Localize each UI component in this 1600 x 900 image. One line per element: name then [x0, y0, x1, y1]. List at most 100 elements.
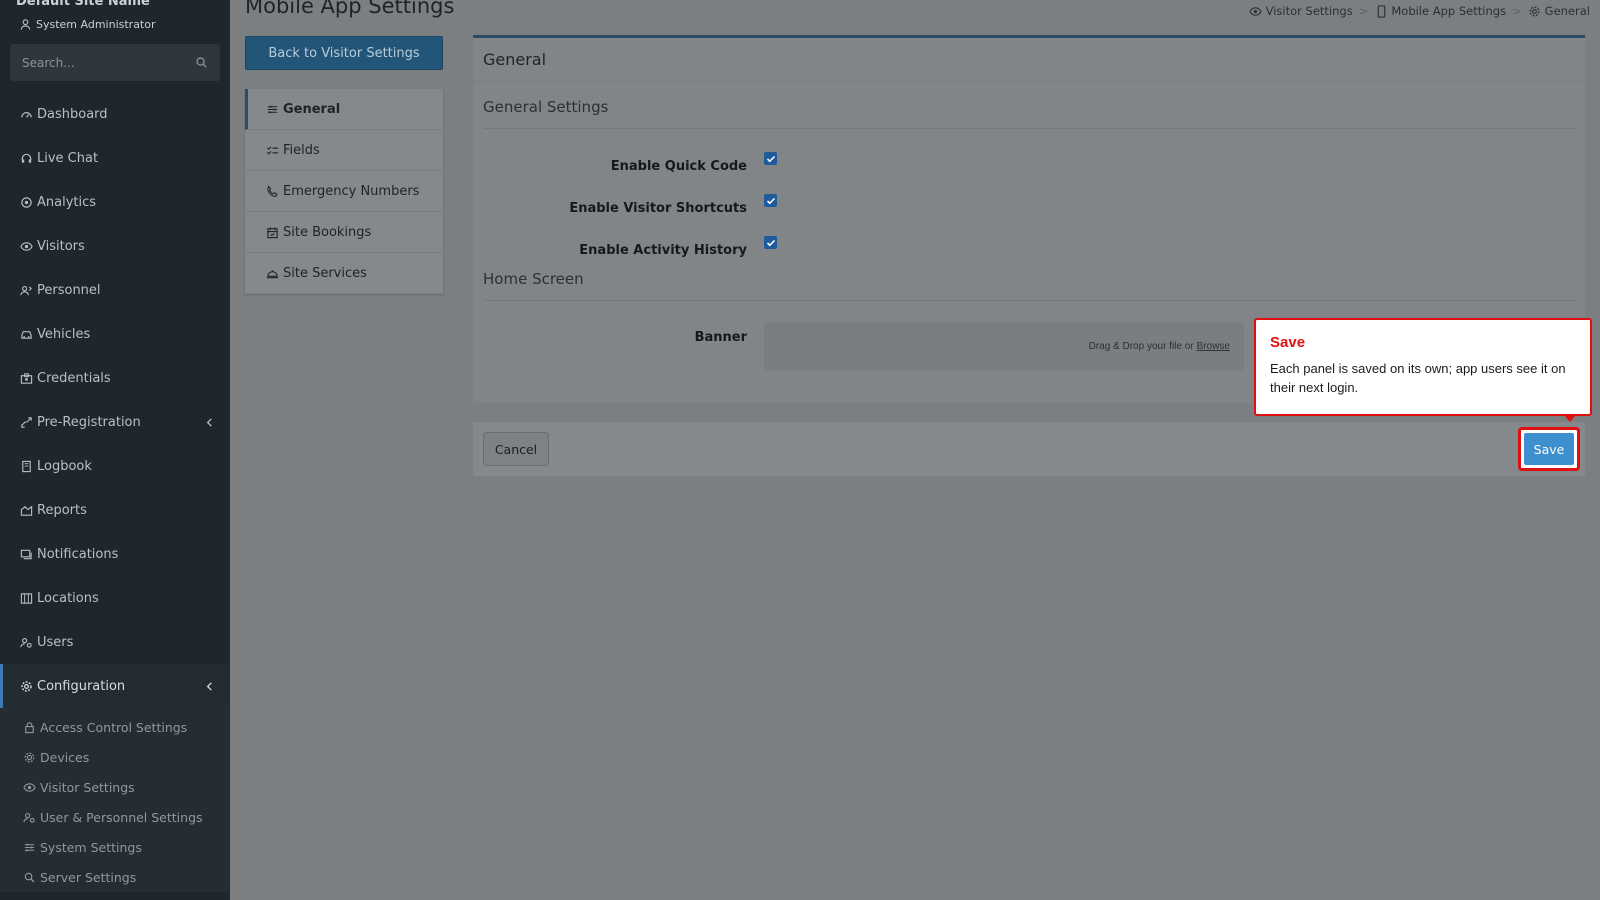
sidebar-item-live-chat[interactable]: Live Chat	[0, 136, 230, 180]
sidebar-item-dashboard[interactable]: Dashboard	[0, 92, 230, 136]
subnav-item-fields[interactable]: Fields	[245, 130, 443, 171]
browse-link[interactable]: Browse	[1197, 341, 1230, 352]
sidebar-item-analytics[interactable]: Analytics	[0, 180, 230, 224]
sidebar-item-reports[interactable]: Reports	[0, 488, 230, 532]
calendar-icon	[265, 225, 279, 239]
subnav-item-general[interactable]: General	[245, 89, 443, 130]
enable-quick-code-checkbox[interactable]	[764, 152, 777, 165]
enable-activity-history-label: Enable Activity History	[579, 243, 747, 258]
sidebar-item-visitors[interactable]: Visitors	[0, 224, 230, 268]
submenu-item-user-personnel-settings[interactable]: User & Personnel Settings	[0, 802, 230, 832]
submenu-item-server-settings[interactable]: Server Settings	[0, 862, 230, 892]
checkmark-icon	[766, 155, 775, 162]
save-button[interactable]: Save	[1524, 433, 1574, 465]
report-icon	[19, 503, 33, 517]
sidebar-item-vehicles[interactable]: Vehicles	[0, 312, 230, 356]
sidebar-item-label: Dashboard	[37, 106, 108, 122]
search-box[interactable]	[10, 44, 220, 81]
subnav-item-label: Site Services	[283, 265, 367, 281]
subnav-item-emergency-numbers[interactable]: Emergency Numbers	[245, 171, 443, 212]
panel-divider	[473, 81, 1585, 82]
sidebar-item-label: Analytics	[37, 194, 97, 210]
users-icon	[22, 810, 36, 824]
breadcrumb-item-visitor-settings[interactable]: Visitor Settings	[1249, 4, 1353, 18]
panel-title: General	[483, 50, 547, 69]
submenu-item-access-control-settings[interactable]: Access Control Settings	[0, 712, 230, 742]
user-icon	[18, 17, 32, 31]
breadcrumb-label: Mobile App Settings	[1391, 4, 1507, 18]
user-role-label: System Administrator	[36, 17, 156, 31]
breadcrumb: Visitor Settings > Mobile App Settings >…	[1249, 4, 1590, 18]
submenu-item-label: Visitor Settings	[40, 779, 135, 795]
page-title: Mobile App Settings	[245, 0, 455, 18]
subnav-item-label: Emergency Numbers	[283, 183, 420, 199]
map-icon	[19, 591, 33, 605]
submenu-item-visitor-settings[interactable]: Visitor Settings	[0, 772, 230, 802]
general-settings-title: General Settings	[483, 98, 609, 116]
save-button-highlight: Save	[1518, 427, 1580, 471]
enable-quick-code-label: Enable Quick Code	[610, 159, 747, 174]
tooltip-arrow	[1564, 415, 1576, 422]
back-to-visitor-settings-button[interactable]: Back to Visitor Settings	[245, 36, 443, 70]
phone-icon	[265, 184, 279, 198]
cancel-button[interactable]: Cancel	[483, 432, 549, 466]
subnav-item-label: General	[283, 101, 341, 117]
breadcrumb-item-general: General	[1528, 4, 1590, 18]
mobile-phone-icon	[1374, 4, 1388, 18]
sidebar-item-personnel[interactable]: Personnel	[0, 268, 230, 312]
sidebar-item-label: Configuration	[37, 678, 126, 694]
banner-dropzone[interactable]: Drag & Drop your file or Browse	[764, 322, 1244, 370]
sidebar-item-logbook[interactable]: Logbook	[0, 444, 230, 488]
eye-icon	[22, 780, 36, 794]
submenu-item-label: Server Settings	[40, 869, 137, 885]
breadcrumb-label: General	[1544, 4, 1590, 18]
enable-visitor-shortcuts-checkbox[interactable]	[764, 194, 777, 207]
save-tooltip: Save Each panel is saved on its own; app…	[1254, 318, 1592, 422]
gear-icon	[1528, 4, 1542, 18]
lock-icon	[22, 720, 36, 734]
sidebar-item-label: Personnel	[37, 282, 101, 298]
notification-icon	[19, 547, 33, 561]
sidebar-item-notifications[interactable]: Notifications	[0, 532, 230, 576]
book-icon	[19, 459, 33, 473]
submenu-item-system-settings[interactable]: System Settings	[0, 832, 230, 862]
headset-icon	[19, 151, 33, 165]
submenu-item-devices[interactable]: Devices	[0, 742, 230, 772]
search-icon[interactable]	[194, 56, 208, 70]
users-icon	[19, 635, 33, 649]
breadcrumb-item-mobile-app-settings[interactable]: Mobile App Settings	[1374, 4, 1506, 18]
sidebar-item-pre-registration[interactable]: Pre-Registration	[0, 400, 230, 444]
sidebar-item-users[interactable]: Users	[0, 620, 230, 664]
eye-icon	[1249, 4, 1263, 18]
settings-subnav: General Fields Emergency Numbers Site Bo…	[245, 89, 443, 294]
gear-icon	[19, 679, 33, 693]
dashboard-icon	[19, 107, 33, 121]
enable-activity-history-checkbox[interactable]	[764, 236, 777, 249]
sidebar-item-label: Users	[37, 634, 74, 650]
badge-icon	[19, 371, 33, 385]
sidebar-item-label: Visitors	[37, 238, 85, 254]
sidebar-item-credentials[interactable]: Credentials	[0, 356, 230, 400]
sidebar-item-label: Live Chat	[37, 150, 99, 166]
section-divider	[483, 300, 1575, 301]
arrows-icon	[19, 415, 33, 429]
breadcrumb-label: Visitor Settings	[1265, 4, 1353, 18]
sidebar-item-locations[interactable]: Locations	[0, 576, 230, 620]
form-footer: Cancel Save	[473, 422, 1585, 476]
section-divider	[483, 128, 1575, 129]
sidebar-item-label: Pre-Registration	[37, 414, 141, 430]
breadcrumb-separator: >	[1512, 4, 1522, 18]
sidebar-item-label: Vehicles	[37, 326, 91, 342]
subnav-item-site-bookings[interactable]: Site Bookings	[245, 212, 443, 253]
sidebar-item-configuration[interactable]: Configuration	[0, 664, 230, 708]
chevron-left-icon[interactable]	[202, 679, 216, 693]
configuration-submenu: Access Control Settings Devices Visitor …	[0, 708, 230, 892]
subnav-item-site-services[interactable]: Site Services	[245, 253, 443, 294]
breadcrumb-separator: >	[1358, 4, 1369, 18]
search-input[interactable]	[22, 55, 182, 70]
sidebar-item-label: Credentials	[37, 370, 111, 386]
sidebar-item-label: Logbook	[37, 458, 92, 474]
checklist-icon	[265, 143, 279, 157]
sidebar-item-label: Reports	[37, 502, 87, 518]
chevron-left-icon[interactable]	[202, 415, 216, 429]
